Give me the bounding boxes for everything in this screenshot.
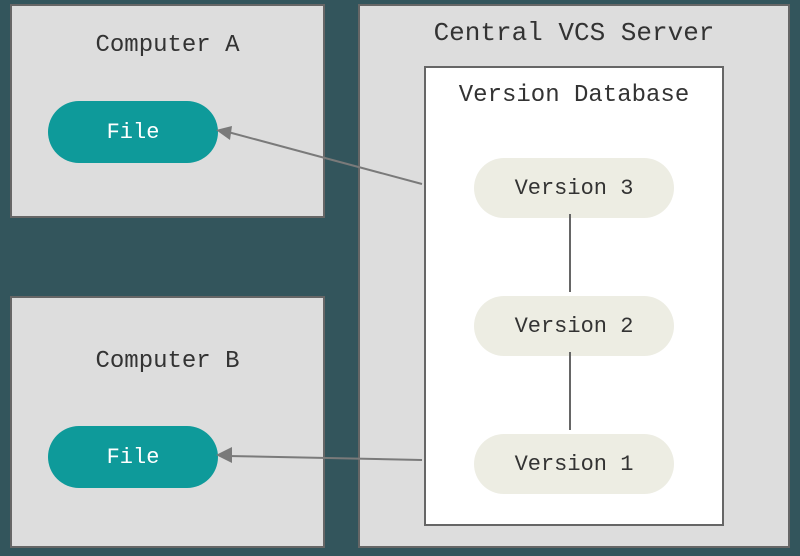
file-pill-a: File [48, 101, 218, 163]
file-pill-b: File [48, 426, 218, 488]
file-label-b: File [107, 445, 160, 470]
server-title: Central VCS Server [360, 18, 788, 48]
version-pill-2: Version 2 [474, 296, 674, 356]
version-pill-3: Version 3 [474, 158, 674, 218]
server-panel: Central VCS Server Version Database Vers… [358, 4, 790, 548]
version-pill-1: Version 1 [474, 434, 674, 494]
computer-a-panel: Computer A File [10, 4, 325, 218]
computer-b-title: Computer B [12, 348, 323, 375]
version-database-title: Version Database [426, 82, 722, 109]
version-label-1: Version 1 [515, 452, 634, 477]
version-label-2: Version 2 [515, 314, 634, 339]
computer-b-panel: Computer B File [10, 296, 325, 548]
diagram-root: Computer A File Computer B File Central … [0, 0, 800, 556]
version-label-3: Version 3 [515, 176, 634, 201]
file-label-a: File [107, 120, 160, 145]
version-database-box: Version Database Version 3 Version 2 Ver… [424, 66, 724, 526]
computer-a-title: Computer A [12, 32, 323, 59]
